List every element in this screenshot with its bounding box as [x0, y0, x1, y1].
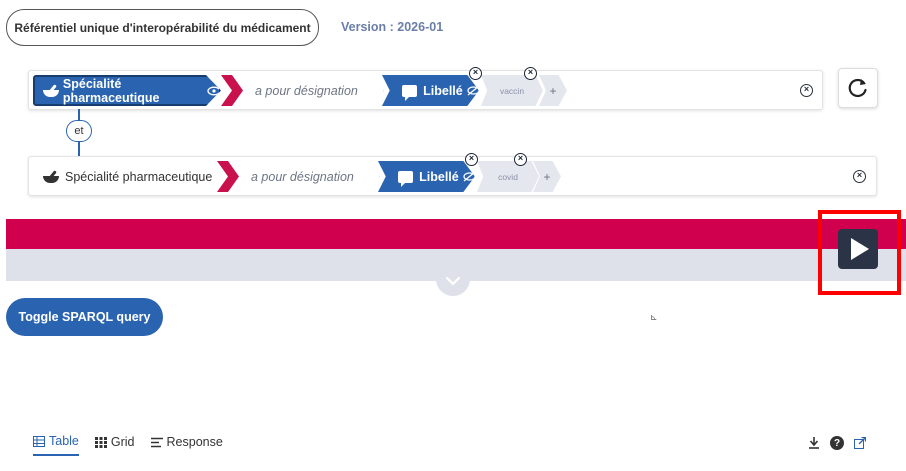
class-selector-2[interactable]: Spécialité pharmaceutique [37, 161, 217, 192]
query-row-1: Spécialité pharmaceutique a pour désigna… [28, 67, 823, 110]
results-band-red [6, 219, 906, 249]
tab-response-label: Response [166, 435, 223, 449]
toggle-sparql-button[interactable]: Toggle SPARQL query [6, 298, 163, 336]
expand-toggle[interactable] [436, 266, 470, 296]
mortar-pestle-icon [43, 169, 59, 184]
chevron-red-2 [217, 161, 239, 192]
remove-target-icon[interactable]: × [465, 153, 478, 166]
target-label-1: Libellé [423, 83, 463, 98]
chevron-red-1 [221, 75, 243, 106]
property-label-1: a pour désignation [255, 83, 358, 98]
target-libelle-1[interactable]: Libellé [382, 75, 479, 106]
value-chip-1[interactable]: vaccin [481, 75, 543, 106]
remove-target-icon[interactable]: × [469, 67, 482, 80]
eye-off-icon[interactable] [467, 85, 479, 96]
remove-value-icon[interactable]: × [524, 67, 537, 80]
target-label-2: Libellé [419, 169, 459, 184]
help-icon[interactable]: ? [830, 436, 844, 450]
remove-value-icon[interactable]: × [514, 153, 527, 166]
add-value-button-1[interactable]: + [539, 75, 567, 106]
property-label-2: a pour désignation [251, 169, 354, 184]
tab-table-label: Table [49, 434, 79, 448]
comment-icon [402, 84, 418, 101]
value-chip-2[interactable]: covid [477, 161, 539, 192]
app-title: Référentiel unique d'interopérabilité du… [14, 20, 311, 35]
refresh-icon [848, 78, 867, 98]
response-icon [150, 437, 163, 447]
tab-response[interactable]: Response [150, 434, 223, 456]
target-libelle-2[interactable]: Libellé [378, 161, 475, 192]
class-label-1: Spécialité pharmaceutique [62, 76, 160, 105]
table-icon [33, 435, 45, 447]
class-label-2: Spécialité pharmaceutique [65, 169, 213, 184]
highlight-box [818, 210, 901, 295]
connector-line-bottom [78, 142, 80, 156]
chevron-down-icon [445, 276, 461, 286]
tab-grid[interactable]: Grid [94, 434, 135, 456]
download-icon[interactable] [808, 437, 820, 449]
close-row-icon[interactable]: × [853, 170, 866, 183]
results-toolbar: ? [808, 436, 866, 450]
app-title-pill[interactable]: Référentiel unique d'interopérabilité du… [6, 9, 319, 46]
and-connector-label: et [74, 125, 84, 137]
comment-icon [398, 170, 414, 187]
eye-off-icon[interactable] [463, 171, 475, 182]
version-label: Version : 2026-01 [341, 20, 444, 34]
mouse-cursor: ⊾ [650, 312, 658, 322]
mortar-pestle-icon [43, 83, 59, 98]
tab-table[interactable]: Table [33, 434, 79, 456]
query-row-2: Spécialité pharmaceutique a pour désigna… [28, 153, 877, 196]
grid-icon [94, 436, 107, 448]
and-connector[interactable]: et [66, 120, 92, 142]
class-selector-1[interactable]: Spécialité pharmaceutique [33, 75, 221, 106]
eye-icon[interactable] [207, 86, 219, 96]
close-row-icon[interactable]: × [800, 84, 813, 97]
tab-grid-label: Grid [110, 435, 135, 449]
results-tabs: Table Grid Response [33, 434, 223, 456]
external-link-icon[interactable] [854, 437, 866, 449]
reset-button[interactable] [838, 68, 878, 108]
